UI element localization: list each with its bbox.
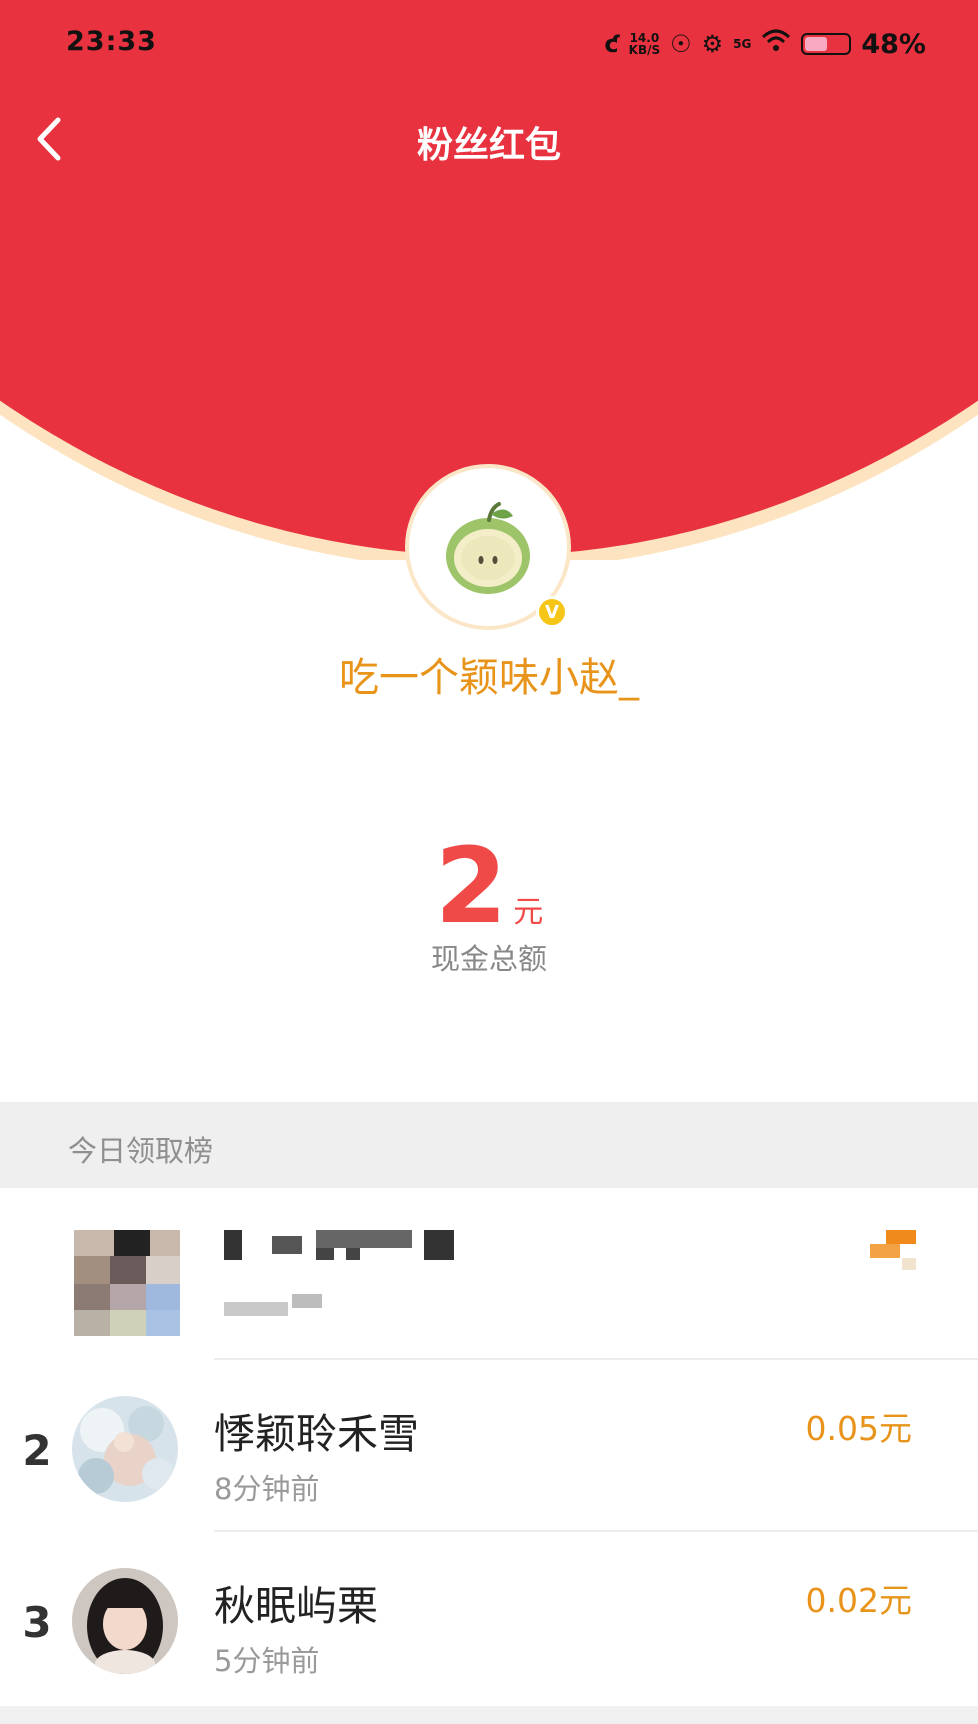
leaderboard-row[interactable]: 2 悸颖聆禾雪 8分钟前 0.05元 — [0, 1360, 978, 1532]
user-name: 悸颖聆禾雪 — [214, 1410, 419, 1458]
claim-time: 5分钟前 — [214, 1644, 320, 1678]
sync-icon: ⚙ — [701, 30, 724, 58]
anchor-name: 吃一个颖味小赵_ — [339, 655, 639, 701]
signal-icon: ☉ — [670, 30, 692, 58]
network-speed: 14.0 KB/S — [629, 32, 660, 56]
pixelated-name — [224, 1230, 466, 1260]
claim-time: 8分钟前 — [214, 1472, 320, 1506]
battery-icon — [801, 33, 852, 55]
claim-amount: 0.05元 — [805, 1409, 912, 1448]
amount-label: 现金总额 — [430, 942, 547, 976]
status-icons: ƈ 14.0 KB/S ☉ ⚙ 5G 48% — [604, 24, 926, 64]
wifi-icon — [761, 27, 791, 61]
network-speed-unit: KB/S — [628, 43, 661, 57]
leaderboard-title: 今日领取榜 — [68, 1134, 214, 1168]
avatar — [72, 1568, 178, 1674]
pixelated-avatar — [74, 1230, 180, 1336]
page-title: 粉丝红包 — [416, 125, 561, 166]
pixelated-time — [224, 1294, 330, 1318]
status-bar: 23:33 ƈ 14.0 KB/S ☉ ⚙ 5G 48% — [0, 0, 978, 90]
battery-percent: 48% — [861, 28, 926, 60]
status-time: 23:33 — [66, 26, 157, 57]
leaderboard-row[interactable]: 3 秋眠屿栗 5分钟前 0.02元 — [0, 1532, 978, 1704]
packet-amount: 2元 — [0, 825, 978, 947]
rank-number: 3 — [22, 1598, 52, 1647]
avatar — [72, 1396, 178, 1502]
leaderboard-row-redacted[interactable] — [0, 1188, 978, 1360]
user-name: 秋眠屿栗 — [214, 1582, 378, 1630]
app-notification-icon: ƈ — [604, 30, 619, 58]
network-type: 5G — [733, 37, 752, 51]
pixelated-amount — [870, 1230, 916, 1270]
claim-amount: 0.02元 — [805, 1581, 912, 1620]
verified-badge: V — [536, 596, 568, 628]
leaderboard-header: 今日领取榜 — [0, 1102, 978, 1188]
amount-value: 2 — [434, 825, 508, 947]
amount-unit: 元 — [513, 895, 544, 930]
bottom-bar — [0, 1706, 978, 1724]
rank-number: 2 — [22, 1426, 52, 1475]
